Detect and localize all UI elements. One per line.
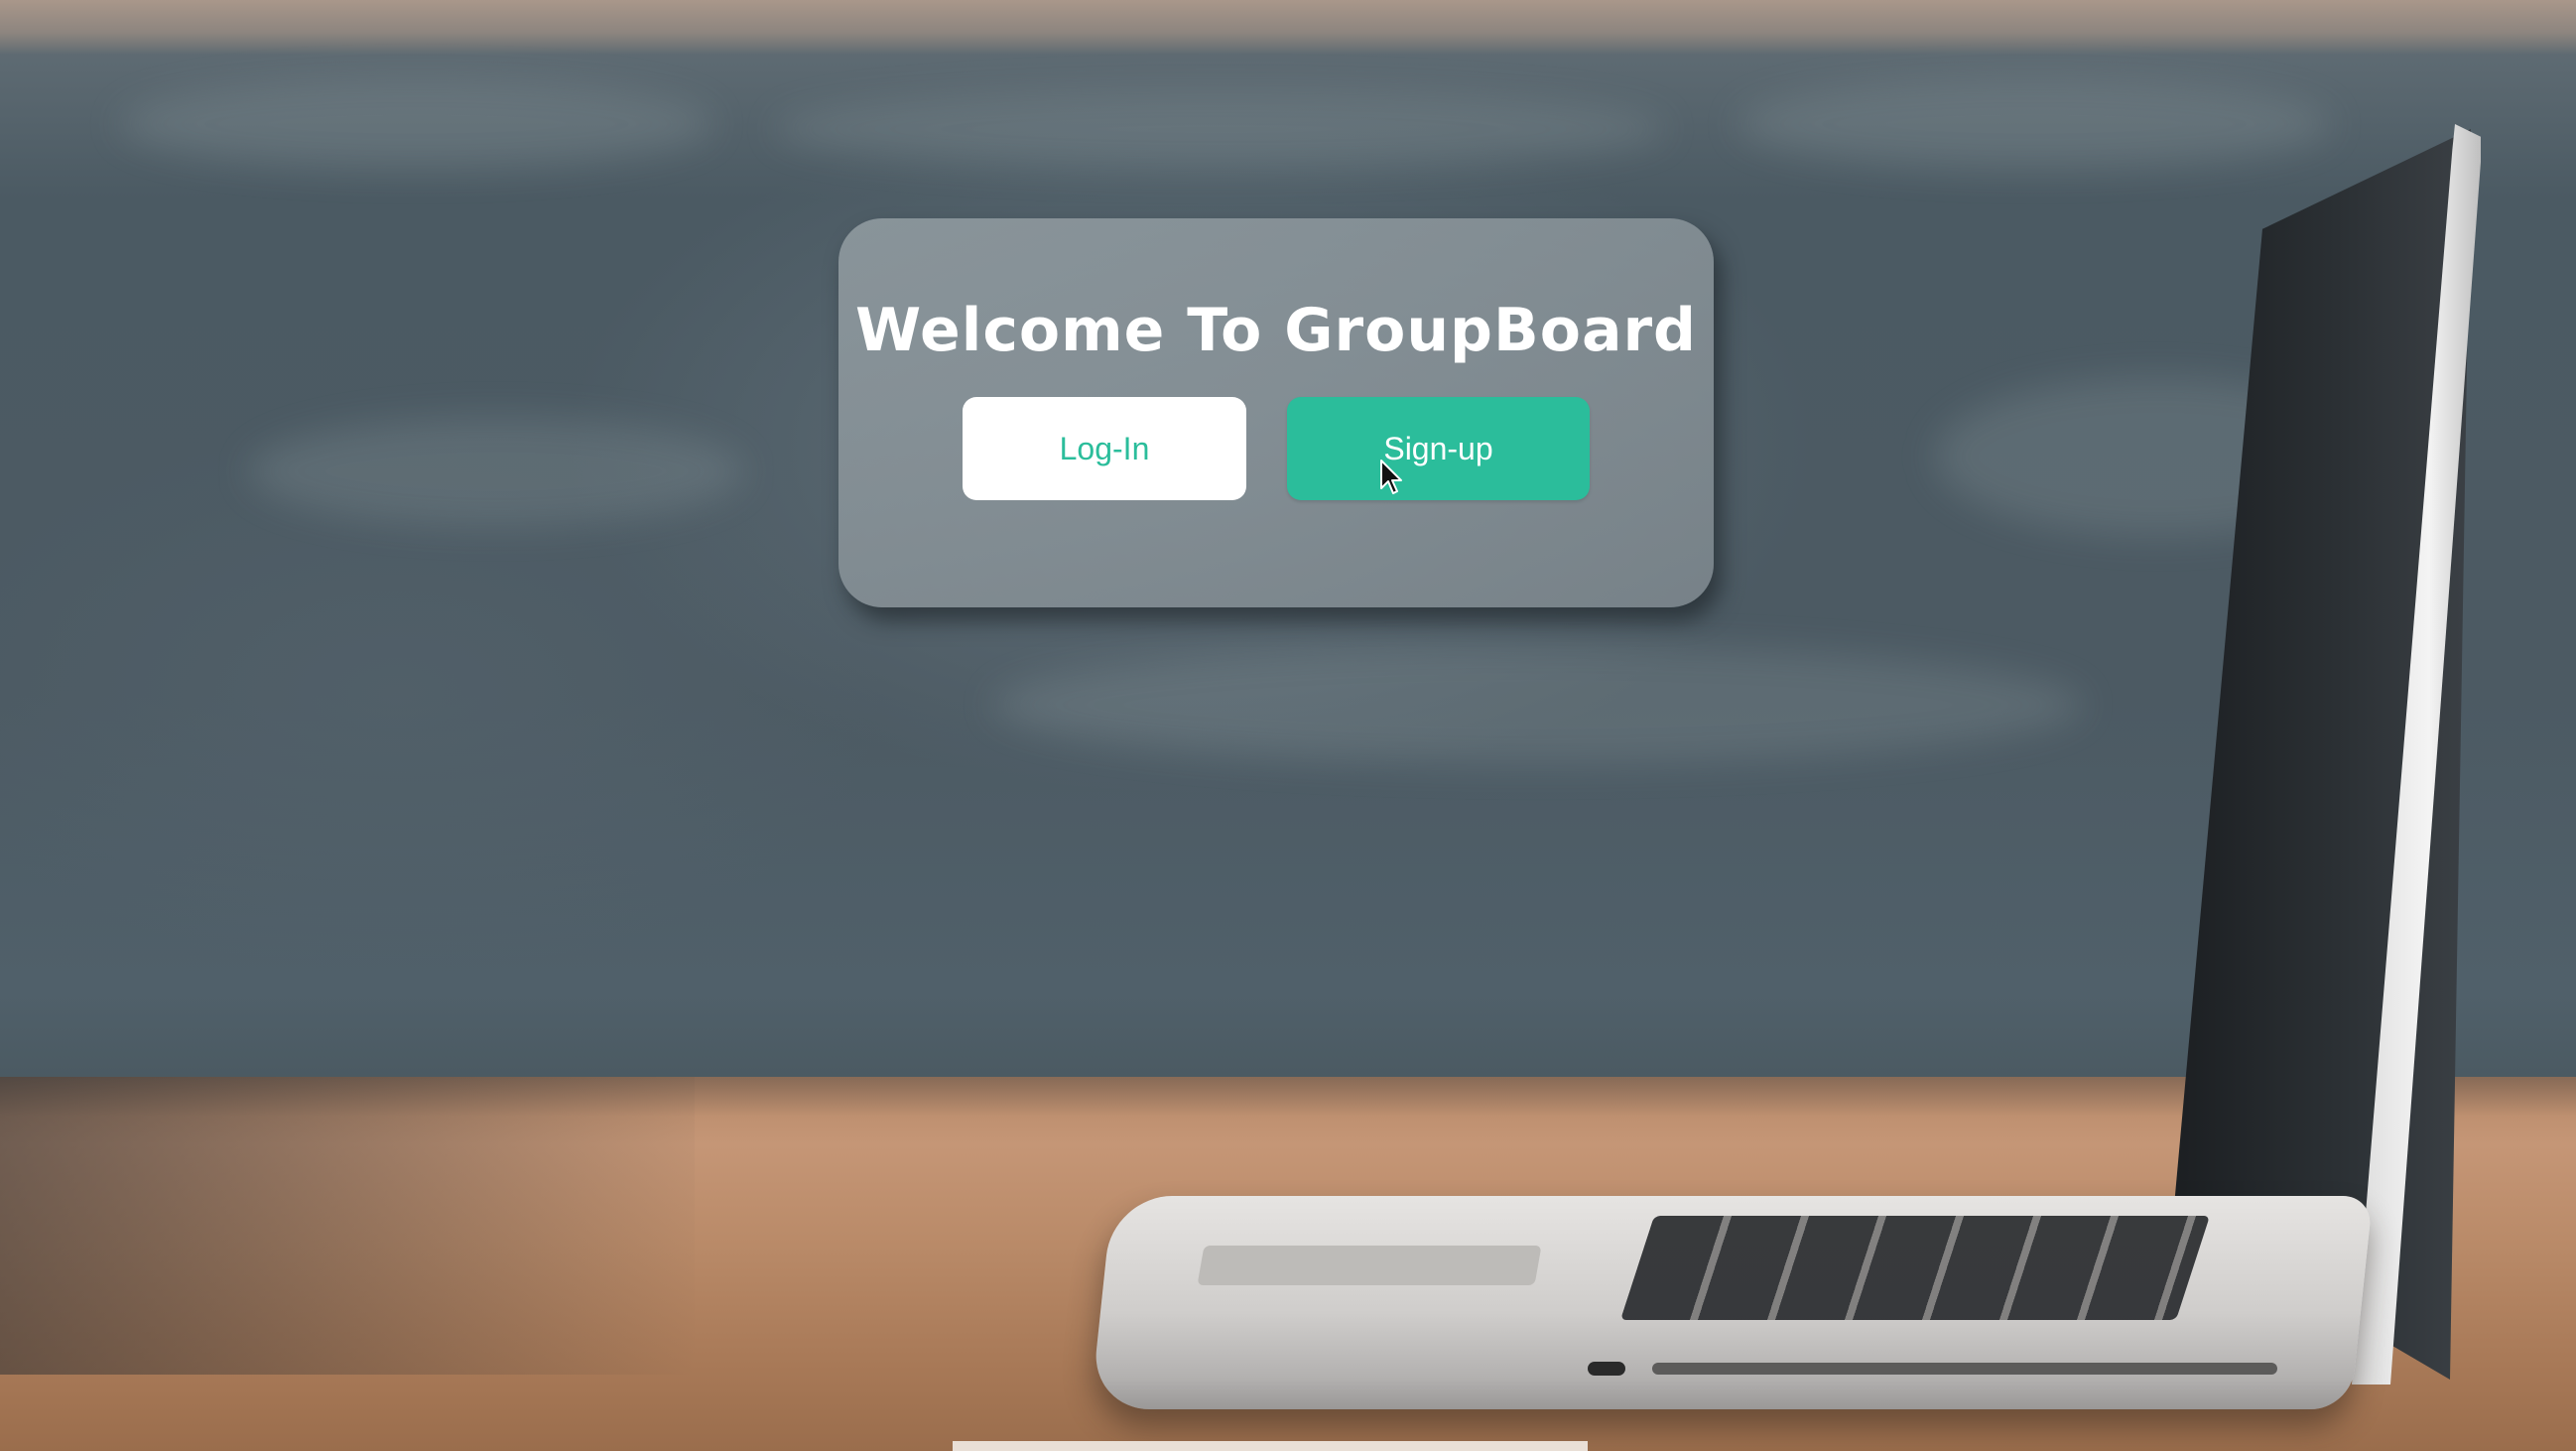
laptop-slot-image [1652,1363,2277,1375]
background-floor-strip [953,1441,1588,1451]
login-button[interactable]: Log-In [963,397,1246,500]
laptop-port-image [1588,1362,1625,1376]
background-chalk-smudge [1737,79,2332,169]
background-chalk-smudge [248,417,744,526]
signup-button[interactable]: Sign-up [1287,397,1590,500]
welcome-card: Welcome To GroupBoard Log-In Sign-up [838,218,1714,607]
background-chalk-smudge [119,79,714,169]
laptop-keyboard-image [1619,1216,2211,1320]
laptop-trackpad-image [1197,1246,1542,1285]
background-chalk-smudge [774,89,1667,169]
background-chalk-smudge [992,645,2084,764]
landing-page: Welcome To GroupBoard Log-In Sign-up [0,0,2576,1451]
background-desk-shadow [0,1077,695,1375]
mouse-pointer-icon [1380,460,1402,494]
background-ceiling [0,0,2576,55]
welcome-title: Welcome To GroupBoard [855,296,1697,365]
